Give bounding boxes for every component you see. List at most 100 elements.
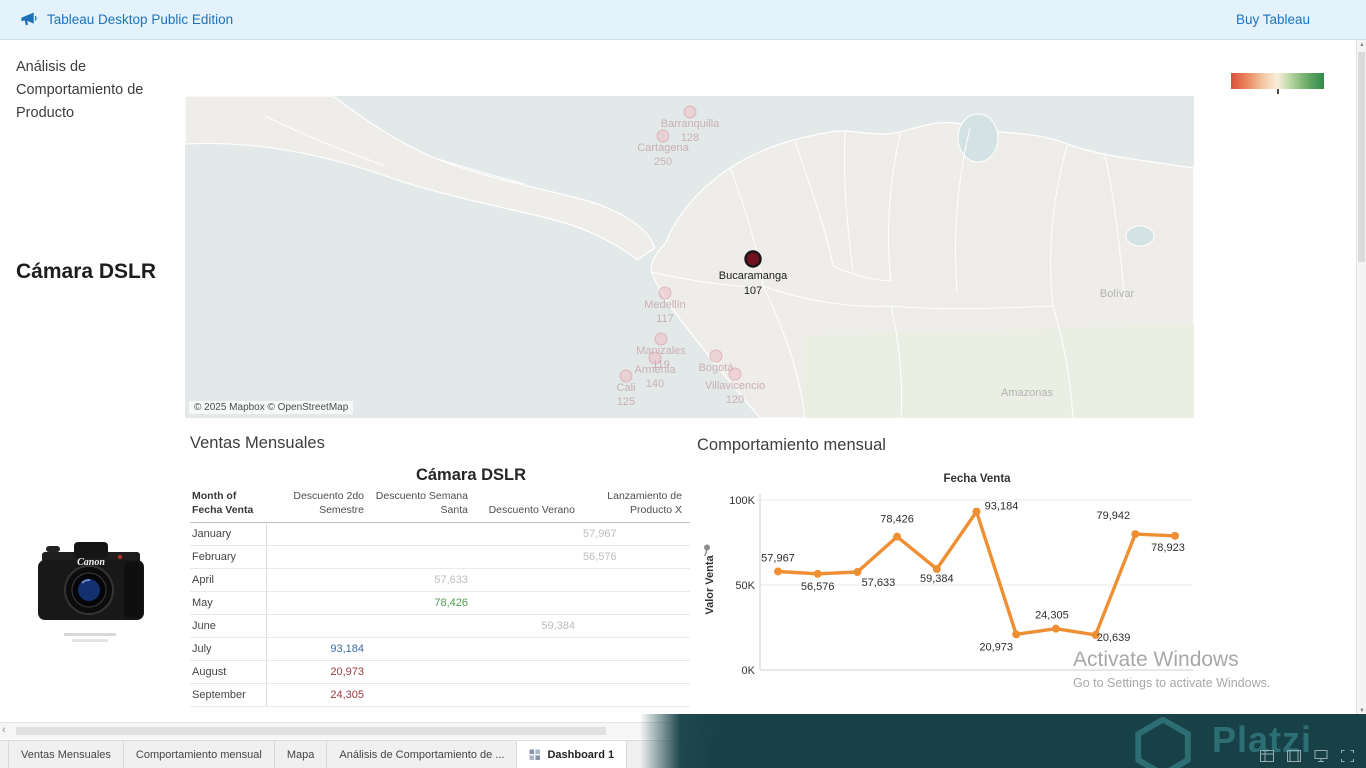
- value-cell[interactable]: 93,184: [266, 637, 372, 662]
- city-label: Cali: [617, 382, 636, 394]
- tab-comportamiento-mensual[interactable]: Comportamiento mensual: [124, 741, 275, 768]
- y-tick: 0K: [742, 665, 756, 677]
- data-point[interactable]: [932, 565, 941, 574]
- vertical-scrollbar[interactable]: ▲ ▼: [1356, 40, 1366, 716]
- map-attribution[interactable]: © 2025 Mapbox © OpenStreetMap: [189, 401, 354, 414]
- table-header-row: Month of Fecha Venta Descuento 2do Semes…: [190, 490, 690, 524]
- value-cell[interactable]: 56,576: [583, 545, 690, 570]
- product-image-camera: Canon: [34, 538, 158, 651]
- value-cell[interactable]: 78,426: [372, 591, 476, 616]
- month-cell[interactable]: January: [190, 522, 267, 547]
- data-point[interactable]: [893, 532, 902, 541]
- value-cell: [266, 614, 372, 639]
- month-cell[interactable]: September: [190, 683, 267, 708]
- table-row[interactable]: January 57,967: [190, 522, 690, 547]
- table-row[interactable]: April 57,633: [190, 568, 690, 593]
- value-cell[interactable]: 20,973: [266, 660, 372, 685]
- table-row[interactable]: June 59,384: [190, 614, 690, 639]
- city-dot[interactable]: [619, 369, 633, 383]
- table-row[interactable]: September 24,305: [190, 683, 690, 708]
- data-point-label: 20,973: [979, 641, 1013, 653]
- city-dot[interactable]: [658, 286, 672, 300]
- fullscreen-icon[interactable]: [1341, 750, 1354, 762]
- data-point[interactable]: [813, 569, 822, 578]
- city-dot[interactable]: [709, 349, 723, 363]
- data-point-label: 78,923: [1151, 542, 1185, 554]
- month-cell[interactable]: June: [190, 614, 267, 639]
- value-cell: [583, 637, 690, 662]
- data-point[interactable]: [1171, 531, 1179, 540]
- month-cell[interactable]: May: [190, 591, 267, 616]
- column-header[interactable]: Descuento Verano: [476, 490, 583, 524]
- value-cell: [372, 614, 476, 639]
- product-name: Cámara DSLR: [16, 260, 157, 283]
- value-cell: [583, 683, 690, 708]
- buy-tableau-link[interactable]: Buy Tableau: [1236, 12, 1310, 27]
- city-dot-selected[interactable]: [744, 250, 762, 268]
- value-cell[interactable]: 24,305: [266, 683, 372, 708]
- legend-tick: [1277, 89, 1279, 94]
- table-row[interactable]: May 78,426: [190, 591, 690, 616]
- month-cell[interactable]: April: [190, 568, 267, 593]
- axis-pin-icon[interactable]: [704, 544, 710, 557]
- presentation-icon[interactable]: [1314, 750, 1328, 762]
- value-cell: [476, 683, 583, 708]
- table-row[interactable]: August 20,973: [190, 660, 690, 685]
- city-dot[interactable]: [728, 367, 742, 381]
- value-cell: [266, 522, 372, 547]
- row-dimension-header[interactable]: Month of Fecha Venta: [190, 490, 266, 524]
- table-row[interactable]: July 93,184: [190, 637, 690, 662]
- tab-mapa[interactable]: Mapa: [275, 741, 328, 768]
- map-lake: [1125, 225, 1155, 247]
- column-header[interactable]: Descuento 2do Semestre: [266, 490, 372, 524]
- city-dot[interactable]: [656, 129, 670, 143]
- dashboard-icon: [529, 749, 541, 760]
- value-cell: [372, 683, 476, 708]
- table-row[interactable]: February 56,576: [190, 545, 690, 570]
- city-dot[interactable]: [654, 332, 668, 346]
- y-tick: 50K: [735, 580, 755, 592]
- data-point-label: 93,184: [985, 501, 1019, 513]
- grid-view-icon[interactable]: [1260, 750, 1274, 762]
- month-cell[interactable]: July: [190, 637, 267, 662]
- city-value: 120: [726, 394, 744, 406]
- scroll-up-arrow[interactable]: ▲: [1357, 42, 1366, 48]
- column-header[interactable]: Descuento Semana Santa: [372, 490, 476, 524]
- status-bar: [1260, 750, 1354, 762]
- city-label: Armenia: [635, 364, 677, 376]
- map-region-label: Bolívar: [1100, 288, 1135, 300]
- data-point[interactable]: [1131, 530, 1140, 539]
- city-label: Barranquilla: [661, 118, 721, 130]
- scroll-left-arrow[interactable]: ‹: [2, 724, 6, 736]
- city-label: Cartagena: [637, 142, 689, 154]
- value-cell[interactable]: 57,633: [372, 568, 476, 593]
- value-cell[interactable]: 59,384: [476, 614, 583, 639]
- color-legend[interactable]: [1231, 73, 1324, 94]
- city-dot[interactable]: [648, 351, 662, 365]
- column-header[interactable]: Lanzamiento de Producto X: [583, 490, 690, 524]
- data-point-label: 57,633: [862, 577, 896, 589]
- vertical-scroll-thumb[interactable]: [1358, 52, 1365, 262]
- data-point[interactable]: [972, 507, 981, 516]
- month-cell[interactable]: August: [190, 660, 267, 685]
- value-cell[interactable]: 57,967: [583, 522, 690, 547]
- data-point[interactable]: [1012, 630, 1021, 639]
- value-cell: [372, 522, 476, 547]
- tab-analisis-comportamiento[interactable]: Análisis de Comportamiento de ...: [327, 741, 518, 768]
- map-view[interactable]: Bolívar Amazonas Barranquilla 128 Cartagena…: [185, 96, 1194, 418]
- filmstrip-icon[interactable]: [1287, 750, 1301, 762]
- data-point-label: 59,384: [920, 573, 954, 585]
- horizontal-scroll-thumb[interactable]: [16, 727, 606, 735]
- tab-label: Análisis de Comportamiento de ...: [339, 748, 505, 761]
- data-point[interactable]: [1051, 624, 1060, 633]
- megaphone-icon: [21, 12, 37, 26]
- data-point[interactable]: [774, 567, 782, 576]
- data-point[interactable]: [853, 568, 862, 577]
- svg-text:Canon: Canon: [77, 557, 105, 568]
- tab-ventas-mensuales[interactable]: Ventas Mensuales: [8, 741, 124, 768]
- tab-dashboard-1[interactable]: Dashboard 1: [517, 741, 628, 768]
- city-dot[interactable]: [683, 105, 697, 119]
- activate-windows-watermark: Activate Windows Go to Settings to activ…: [1073, 648, 1270, 690]
- month-cell[interactable]: February: [190, 545, 267, 570]
- watermark-line1: Activate Windows: [1073, 648, 1239, 671]
